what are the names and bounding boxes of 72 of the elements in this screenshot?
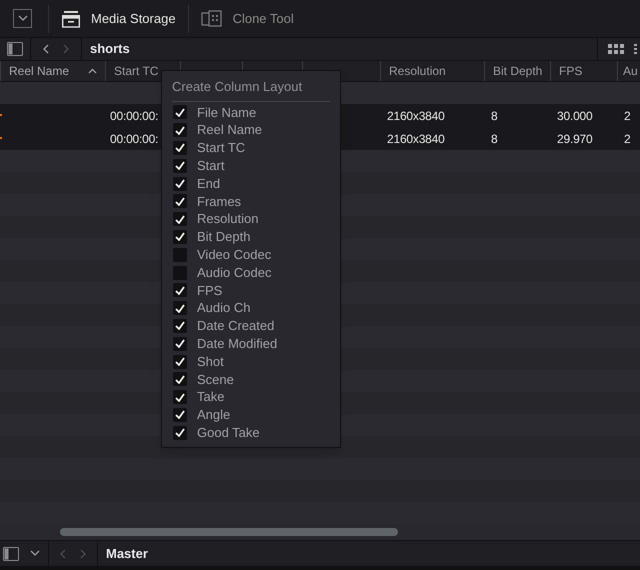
table-cell: 29.970 xyxy=(557,132,593,146)
menu-item[interactable]: Start xyxy=(162,156,340,175)
table-cell: 2 xyxy=(624,132,630,146)
chevron-down-icon[interactable] xyxy=(18,14,28,24)
sidebar-toggle-icon[interactable] xyxy=(7,42,23,56)
checkbox[interactable] xyxy=(173,372,187,386)
table-cell: 8 xyxy=(491,132,498,146)
menu-item[interactable]: File Name xyxy=(162,104,340,122)
checkbox[interactable] xyxy=(173,318,187,333)
bin-title: Master xyxy=(106,544,148,563)
checkbox[interactable] xyxy=(173,283,187,298)
menu-title: Create Column Layout xyxy=(172,77,330,102)
column-header[interactable]: FPS xyxy=(550,61,617,81)
checkbox[interactable] xyxy=(173,248,187,262)
menu-item[interactable]: FPS xyxy=(162,281,340,300)
back-icon[interactable] xyxy=(42,44,50,54)
table-cell: 2160x3840 xyxy=(387,132,445,146)
menu-item[interactable]: Frames xyxy=(162,192,340,210)
menu-item[interactable]: Angle xyxy=(162,406,340,424)
checkbox[interactable] xyxy=(173,336,187,351)
table-cell: 30.000 xyxy=(557,108,593,122)
menu-item[interactable]: Audio Codec xyxy=(162,264,340,282)
menu-item[interactable]: Scene xyxy=(162,370,340,388)
checkbox[interactable] xyxy=(173,230,187,244)
checkbox[interactable] xyxy=(173,140,187,155)
table-cell: 8 xyxy=(491,108,498,122)
clip-marker xyxy=(0,114,2,116)
grid-view-icon[interactable] xyxy=(608,44,624,54)
dropdown-button[interactable] xyxy=(13,9,32,28)
checkbox[interactable] xyxy=(173,212,187,226)
chevron-down-icon[interactable] xyxy=(30,548,40,558)
sidebar-toggle-icon[interactable] xyxy=(3,546,19,560)
checkbox[interactable] xyxy=(173,408,187,422)
menu-item[interactable]: Good Take xyxy=(162,424,340,442)
toolbar-tab[interactable]: Clone Tool xyxy=(188,0,306,37)
toolbar-tab[interactable]: Media Storage xyxy=(49,0,188,37)
checkbox[interactable] xyxy=(173,301,187,316)
sort-ascending-icon xyxy=(88,68,97,74)
column-header[interactable]: Reel Name xyxy=(0,61,105,81)
column-header[interactable]: Resolution xyxy=(380,61,484,81)
checkbox[interactable] xyxy=(173,176,187,191)
checkbox[interactable] xyxy=(173,354,187,369)
menu-item[interactable]: End xyxy=(162,174,340,192)
menu-item[interactable]: Shot xyxy=(162,352,340,370)
checkbox[interactable] xyxy=(173,158,187,173)
menu-item[interactable]: Audio Ch xyxy=(162,299,340,318)
checkbox[interactable] xyxy=(173,123,187,138)
column-header[interactable]: Au xyxy=(617,61,640,81)
menu-item[interactable]: Resolution xyxy=(162,210,340,228)
checkbox[interactable] xyxy=(173,266,187,280)
checkbox[interactable] xyxy=(173,105,187,120)
drawer-icon xyxy=(61,10,81,28)
column-header[interactable]: Bit Depth xyxy=(484,61,550,81)
menu-item[interactable]: Date Modified xyxy=(162,334,340,353)
table-cell: 00:00:00: xyxy=(110,132,158,146)
table-cell: 2 xyxy=(624,108,630,122)
folder-title: shorts xyxy=(90,40,130,58)
clip-marker xyxy=(0,137,2,139)
list-view-icon[interactable] xyxy=(634,44,640,54)
clone-icon xyxy=(200,10,223,28)
checkbox[interactable] xyxy=(173,426,187,440)
checkbox[interactable] xyxy=(173,194,187,208)
menu-item[interactable]: Date Created xyxy=(162,317,340,335)
menu-item[interactable]: Reel Name xyxy=(162,121,340,140)
menu-item[interactable]: Video Codec xyxy=(162,246,340,264)
menu-item[interactable]: Start TC xyxy=(162,139,340,157)
checkbox[interactable] xyxy=(173,390,187,404)
table-cell: 2160x3840 xyxy=(387,108,445,122)
horizontal-scrollbar[interactable] xyxy=(60,528,398,536)
menu-item[interactable]: Take xyxy=(162,388,340,406)
menu-item[interactable]: Bit Depth xyxy=(162,228,340,246)
table-cell: 00:00:00: xyxy=(110,108,158,122)
